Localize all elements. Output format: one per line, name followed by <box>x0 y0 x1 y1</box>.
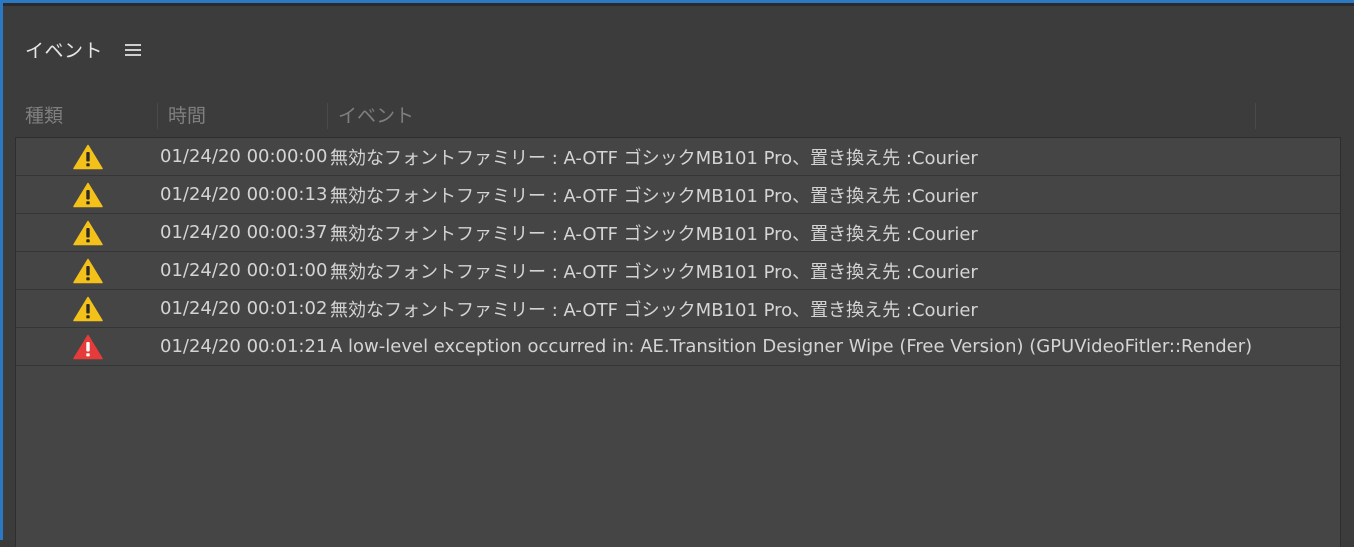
column-headers: 種類 時間 イベント <box>15 101 1341 131</box>
time-cell: 01/24/20 00:00:13 <box>160 184 328 205</box>
panel-top-edge <box>3 3 1354 6</box>
warning-icon <box>73 258 103 283</box>
events-table: 01/24/20 00:00:00 無効なフォントファミリー : A-OTF ゴシ… <box>15 137 1341 547</box>
events-panel: イベント 種類 時間 イベント 01/24/20 00:00:00 無効なフォント… <box>0 0 1354 547</box>
hamburger-menu-icon[interactable] <box>125 42 142 56</box>
event-message-cell: 無効なフォントファミリー : A-OTF ゴシックMB101 Pro、置き換え先… <box>330 223 978 245</box>
column-header-type[interactable]: 種類 <box>15 101 157 131</box>
time-cell: 01/24/20 00:00:00 <box>160 146 328 167</box>
type-cell <box>16 328 160 366</box>
type-cell <box>16 176 160 214</box>
time-cell: 01/24/20 00:01:21 <box>160 336 328 357</box>
event-message-cell: A low-level exception occurred in: AE.Tr… <box>330 336 1253 357</box>
time-cell: 01/24/20 00:00:37 <box>160 222 328 243</box>
column-divider[interactable] <box>1255 103 1256 129</box>
table-row[interactable]: 01/24/20 00:01:00 無効なフォントファミリー : A-OTF ゴシ… <box>16 252 1340 290</box>
warning-icon <box>73 220 103 245</box>
table-row[interactable]: 01/24/20 00:00:37 無効なフォントファミリー : A-OTF ゴシ… <box>16 214 1340 252</box>
column-header-time[interactable]: 時間 <box>158 101 328 131</box>
type-cell <box>16 214 160 252</box>
error-icon <box>73 334 103 359</box>
table-row[interactable]: 01/24/20 00:00:13 無効なフォントファミリー : A-OTF ゴシ… <box>16 176 1340 214</box>
event-message-cell: 無効なフォントファミリー : A-OTF ゴシックMB101 Pro、置き換え先… <box>330 185 978 207</box>
time-cell: 01/24/20 00:01:00 <box>160 260 328 281</box>
event-message-cell: 無効なフォントファミリー : A-OTF ゴシックMB101 Pro、置き換え先… <box>330 147 978 169</box>
warning-icon <box>73 296 103 321</box>
panel-title: イベント <box>25 39 104 62</box>
type-cell <box>16 252 160 290</box>
type-cell <box>16 290 160 328</box>
time-cell: 01/24/20 00:01:02 <box>160 298 328 319</box>
table-row[interactable]: 01/24/20 00:00:00 無効なフォントファミリー : A-OTF ゴシ… <box>16 138 1340 176</box>
event-message-cell: 無効なフォントファミリー : A-OTF ゴシックMB101 Pro、置き換え先… <box>330 299 978 321</box>
table-row[interactable]: 01/24/20 00:01:02 無効なフォントファミリー : A-OTF ゴシ… <box>16 290 1340 328</box>
type-cell <box>16 138 160 176</box>
panel-header: イベント <box>25 37 142 62</box>
event-message-cell: 無効なフォントファミリー : A-OTF ゴシックMB101 Pro、置き換え先… <box>330 261 978 283</box>
table-row[interactable]: 01/24/20 00:01:21 A low-level exception o… <box>16 328 1340 366</box>
warning-icon <box>73 144 103 169</box>
warning-icon <box>73 182 103 207</box>
column-header-event[interactable]: イベント <box>328 101 1253 131</box>
